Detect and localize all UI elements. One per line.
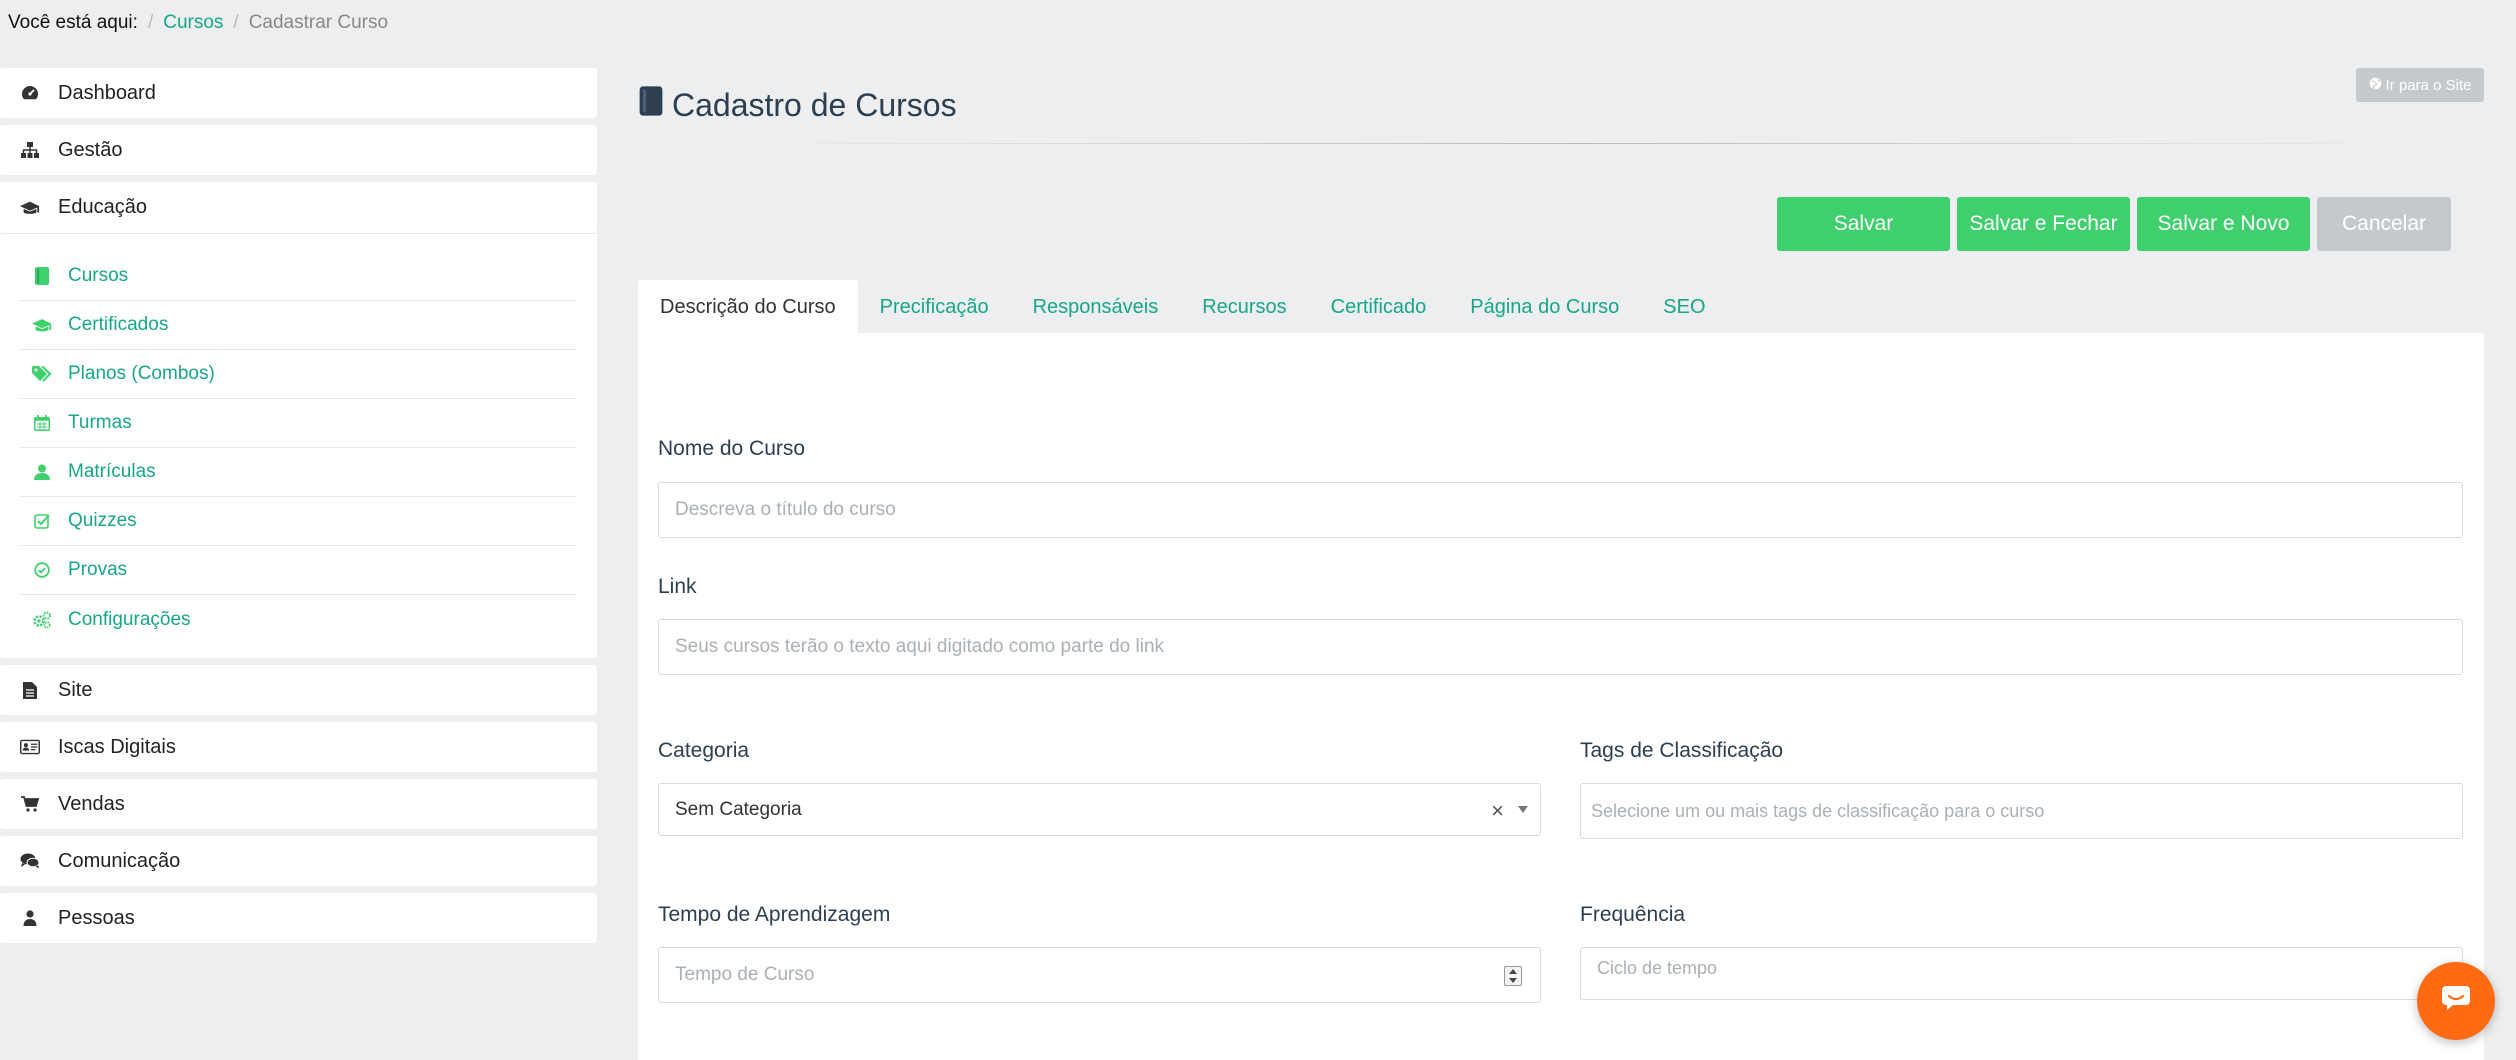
tab-pagina-curso[interactable]: Página do Curso [1448,280,1641,334]
tags-label: Tags de Classificação [1580,739,1784,762]
sidebar-item-gestao[interactable]: Gestão [0,125,597,175]
sidebar-item-label: Cursos [68,265,129,286]
tab-certificado[interactable]: Certificado [1309,280,1449,334]
learning-time-placeholder: Tempo de Curso [675,964,815,985]
breadcrumb-current: Cadastrar Curso [248,12,389,33]
sidebar-item-site[interactable]: Site [0,665,597,715]
sidebar-item-label: Pessoas [58,906,135,929]
sidebar-item-quizzes[interactable]: Quizzes [20,497,577,546]
cogs-icon [32,610,52,630]
number-spinner[interactable] [1504,966,1522,986]
tab-seo[interactable]: SEO [1641,280,1727,334]
sidebar-item-matriculas[interactable]: Matrículas [20,448,577,497]
sidebar-item-label: Planos (Combos) [68,363,215,384]
frequency-input[interactable]: Ciclo de tempo [1580,947,2463,1000]
course-name-input[interactable]: Descreva o título do curso [658,482,2463,538]
sidebar-item-label: Turmas [68,412,132,433]
cancel-button[interactable]: Cancelar [2317,197,2451,251]
go-to-site-button[interactable]: Ir para o Site [2356,68,2484,102]
sidebar-submenu-educacao: Cursos Certificados Planos (Combos) Turm… [0,234,597,658]
check-circle-icon [32,560,52,580]
clear-icon[interactable]: × [1491,798,1504,824]
sidebar-item-label: Site [58,678,93,701]
graduation-cap-icon [32,315,52,335]
course-tabs: Descrição do Curso Precificação Responsá… [638,280,1728,334]
globe-icon [2369,77,2382,94]
sidebar-item-label: Configurações [68,608,191,630]
sidebar-item-label: Provas [68,559,128,580]
chat-icon [2441,985,2471,1017]
cart-icon [20,794,40,814]
user-icon [32,462,52,482]
page-title-text: Cadastro de Cursos [672,86,957,123]
sidebar-item-label: Gestão [58,138,123,161]
go-to-site-label: Ir para o Site [2385,76,2472,94]
graduation-cap-icon [20,198,40,218]
tab-responsaveis[interactable]: Responsáveis [1011,280,1181,334]
link-label: Link [658,575,697,598]
sidebar-item-planos[interactable]: Planos (Combos) [20,350,577,399]
check-square-icon [32,511,52,531]
chat-widget-button[interactable] [2417,962,2495,1040]
person-icon [20,908,40,928]
sidebar-item-pessoas[interactable]: Pessoas [0,893,597,943]
title-divider [740,143,2420,144]
book-icon [32,266,52,286]
sidebar: Dashboard Gestão Educação Cursos Certifi… [0,68,597,950]
sidebar-item-educacao[interactable]: Educação [0,182,597,234]
sidebar-item-cursos[interactable]: Cursos [20,252,577,301]
breadcrumb-prefix: Você está aqui: [8,12,138,33]
sitemap-icon [20,140,40,160]
breadcrumb-link-cursos[interactable]: Cursos [163,12,223,34]
comments-icon [20,851,40,871]
form-panel: Nome do Curso Descreva o título do curso… [638,333,2484,1060]
sidebar-item-turmas[interactable]: Turmas [20,399,577,448]
sidebar-item-label: Dashboard [58,81,156,104]
id-card-icon [20,737,40,757]
breadcrumb-separator: / [233,12,239,33]
sidebar-item-label: Vendas [58,792,125,815]
calendar-icon [32,413,52,433]
tags-icon [32,364,52,384]
sidebar-item-dashboard[interactable]: Dashboard [0,68,597,118]
save-button[interactable]: Salvar [1777,197,1950,251]
sidebar-item-label: Matrículas [68,461,156,482]
frequency-label: Frequência [1580,903,1686,926]
tab-recursos[interactable]: Recursos [1180,280,1308,334]
chevron-down-icon [1518,806,1528,813]
book-icon [638,86,664,124]
save-close-button[interactable]: Salvar e Fechar [1957,197,2130,251]
sidebar-group-educacao: Educação Cursos Certificados Planos (Com… [0,182,597,658]
page-title: Cadastro de Cursos [638,86,957,124]
file-icon [20,680,40,700]
category-label: Categoria [658,739,750,762]
sidebar-item-configuracoes[interactable]: Configurações [20,595,577,644]
link-input[interactable]: Seus cursos terão o texto aqui digitado … [658,619,2463,675]
sidebar-item-provas[interactable]: Provas [20,546,577,595]
sidebar-item-label: Quizzes [68,510,137,531]
tab-precificacao[interactable]: Precificação [858,280,1011,334]
learning-time-label: Tempo de Aprendizagem [658,903,891,926]
category-select[interactable]: Sem Categoria × [658,783,1541,836]
sidebar-item-comunicacao[interactable]: Comunicação [0,836,597,886]
sidebar-item-label: Comunicação [58,849,181,872]
sidebar-item-label: Certificados [68,314,169,335]
tab-descricao[interactable]: Descrição do Curso [638,280,858,334]
tags-input[interactable]: Selecione um ou mais tags de classificaç… [1580,783,2463,839]
sidebar-item-certificados[interactable]: Certificados [20,301,577,350]
category-value: Sem Categoria [675,798,802,820]
learning-time-input[interactable]: Tempo de Curso [658,947,1541,1003]
dashboard-icon [20,83,40,103]
breadcrumb-separator: / [147,12,154,33]
sidebar-item-vendas[interactable]: Vendas [0,779,597,829]
sidebar-item-label: Educação [58,196,147,218]
sidebar-item-label: Iscas Digitais [58,735,176,758]
breadcrumb: Você está aqui: / Cursos / Cadastrar Cur… [8,12,388,34]
course-name-label: Nome do Curso [658,437,806,460]
save-new-button[interactable]: Salvar e Novo [2137,197,2310,251]
sidebar-item-iscas-digitais[interactable]: Iscas Digitais [0,722,597,772]
